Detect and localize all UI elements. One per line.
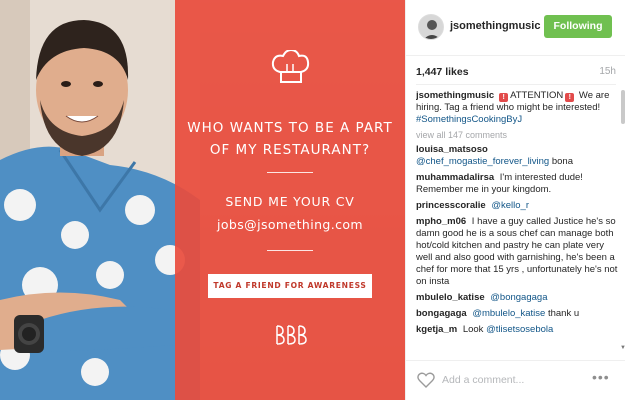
view-all-comments-link[interactable]: view all 147 comments bbox=[416, 130, 618, 140]
comment-mention[interactable]: @mbulelo_katise bbox=[472, 308, 545, 319]
comments-scrollbar[interactable]: ▼ bbox=[620, 90, 625, 358]
tag-friend-button[interactable]: TAG A FRIEND FOR AWARENESS bbox=[208, 274, 372, 298]
warning-icon: ! bbox=[565, 93, 575, 102]
comment-mention[interactable]: @chef_mogastie_forever_living bbox=[416, 156, 549, 167]
comment-item: muhammadalirsa I'm interested dude! Reme… bbox=[416, 172, 618, 196]
brand-monogram-icon bbox=[276, 325, 307, 345]
post-header: jsomethingmusic Following bbox=[406, 0, 625, 56]
overlay-content: WHO WANTS TO BE A PART OF MY RESTAURANT?… bbox=[175, 0, 405, 400]
avatar[interactable] bbox=[418, 14, 444, 40]
divider-top bbox=[267, 172, 313, 173]
avatar-photo bbox=[419, 15, 443, 39]
stats-divider bbox=[416, 84, 616, 85]
post-sidebar: jsomethingmusic Following 1,447 likes 15… bbox=[405, 0, 625, 400]
comment-item: kgetja_m Look @tlisetsosebola bbox=[416, 324, 618, 336]
comment-mention[interactable]: @kello_r bbox=[491, 200, 529, 211]
post-image[interactable]: WHO WANTS TO BE A PART OF MY RESTAURANT?… bbox=[0, 0, 405, 400]
send-cv-text: SEND ME YOUR CV bbox=[225, 194, 355, 209]
chef-hat-icon bbox=[271, 50, 310, 83]
comment-username[interactable]: princesscoralie bbox=[416, 200, 486, 211]
hiring-headline: WHO WANTS TO BE A PART OF MY RESTAURANT? bbox=[187, 120, 393, 158]
comment-item: louisa_matsoso @chef_mogastie_forever_li… bbox=[416, 144, 618, 168]
caption-hashtag[interactable]: #SomethingsCookingByJ bbox=[416, 114, 522, 125]
add-comment-input[interactable] bbox=[442, 372, 582, 388]
comment-item: mbulelo_katise @bongagaga bbox=[416, 292, 618, 304]
comment-item: mpho_m06 I have a guy called Justice he'… bbox=[416, 216, 618, 288]
comment-mention[interactable]: @bongagaga bbox=[490, 292, 547, 303]
comment-username[interactable]: bongagaga bbox=[416, 308, 467, 319]
comment-username[interactable]: mpho_m06 bbox=[416, 216, 466, 227]
comment-item: bongagaga @mbulelo_katise thank u bbox=[416, 308, 618, 320]
post-footer: ••• bbox=[406, 360, 625, 400]
comment-text: bona bbox=[551, 156, 573, 167]
comment-mention[interactable]: @tlisetsosebola bbox=[486, 324, 553, 335]
username-link[interactable]: jsomethingmusic bbox=[450, 20, 540, 32]
scroll-thumb[interactable] bbox=[621, 90, 625, 124]
caption: jsomethingmusic! ATTENTION! We are hiring… bbox=[416, 90, 618, 126]
contact-email: jobs@jsomething.com bbox=[217, 217, 363, 232]
likes-count[interactable]: 1,447 likes bbox=[416, 66, 469, 78]
comment-text: thank u bbox=[547, 308, 580, 319]
comment-text: Look bbox=[462, 324, 484, 335]
comment-username[interactable]: muhammadalirsa bbox=[416, 172, 494, 183]
following-button[interactable]: Following bbox=[544, 15, 612, 38]
scroll-down-arrow-icon[interactable]: ▼ bbox=[620, 345, 625, 351]
more-options-icon[interactable]: ••• bbox=[592, 369, 610, 385]
comment-username[interactable]: louisa_matsoso bbox=[416, 144, 488, 155]
chef-portrait-photo bbox=[0, 0, 200, 400]
caption-attention: ATTENTION bbox=[510, 90, 564, 101]
comment-username[interactable]: kgetja_m bbox=[416, 324, 457, 335]
red-overlay-panel: WHO WANTS TO BE A PART OF MY RESTAURANT?… bbox=[175, 0, 405, 400]
comments-list[interactable]: jsomethingmusic! ATTENTION! We are hiring… bbox=[416, 90, 618, 358]
caption-username[interactable]: jsomethingmusic bbox=[416, 90, 494, 101]
heart-like-icon[interactable] bbox=[417, 372, 435, 388]
comment-username[interactable]: mbulelo_katise bbox=[416, 292, 485, 303]
divider-bottom bbox=[267, 250, 313, 251]
comment-item: princesscoralie @kello_r bbox=[416, 200, 618, 212]
post-time[interactable]: 15h bbox=[599, 66, 616, 77]
post-stats: 1,447 likes 15h bbox=[416, 66, 616, 80]
warning-icon: ! bbox=[499, 93, 509, 102]
